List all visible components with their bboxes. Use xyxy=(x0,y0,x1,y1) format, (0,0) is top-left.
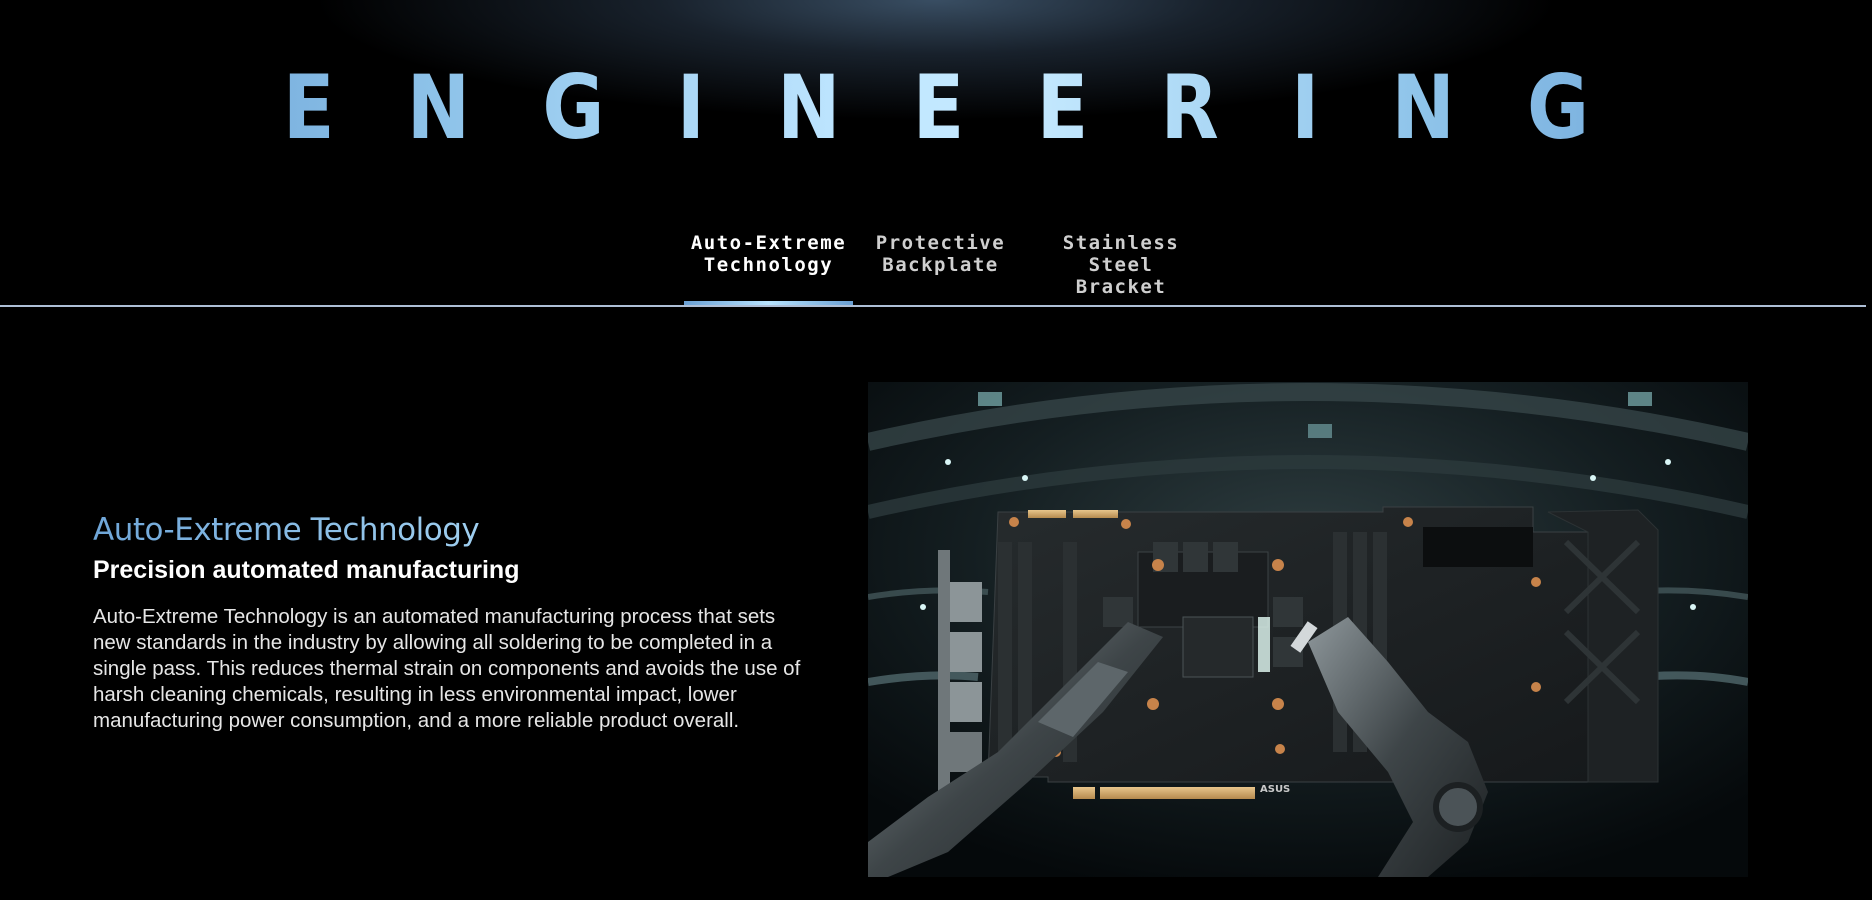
feature-subtitle: Precision automated manufacturing xyxy=(93,556,520,584)
board-logo: ASUS xyxy=(1260,784,1290,795)
display-port xyxy=(950,632,982,672)
section-title: ENGINEERING xyxy=(131,58,1741,158)
tab-label-line2: Bracket xyxy=(1075,276,1167,298)
tab-stainless-steel-bracket[interactable]: Stainless Steel Bracket xyxy=(1028,230,1214,306)
nvlink-contacts xyxy=(1073,510,1118,518)
pcie-contacts xyxy=(1100,787,1255,799)
ceiling-light xyxy=(978,392,1002,406)
feature-body: Auto-Extreme Technology is an automated … xyxy=(93,605,801,732)
engineering-section: ENGINEERING Auto-Extreme Technology Prot… xyxy=(0,0,1872,900)
display-port xyxy=(950,582,982,622)
tab-auto-extreme-technology[interactable]: Auto-Extreme Technology xyxy=(684,230,853,306)
display-port xyxy=(950,682,982,722)
memory-chip xyxy=(1273,597,1303,627)
gpu-die xyxy=(1182,616,1254,678)
tab-label-line2: Technology xyxy=(703,254,834,276)
tab-protective-backplate[interactable]: Protective Backplate xyxy=(853,230,1028,306)
tab-label-line1: Protective xyxy=(875,232,1006,254)
feature-description: Auto-Extreme Technology Precision automa… xyxy=(93,510,813,734)
pcie-contacts xyxy=(1073,787,1095,799)
tab-label-line1: Auto-Extreme xyxy=(690,232,847,254)
robotic-arm-joint xyxy=(1433,782,1483,832)
light-dot xyxy=(1590,475,1596,481)
feature-image: ASUS xyxy=(868,382,1748,877)
tab-label-line2: Backplate xyxy=(882,254,999,276)
io-bracket xyxy=(938,550,950,800)
light-dot xyxy=(1690,604,1696,610)
tabs-divider xyxy=(0,305,1866,307)
gpu-highlight xyxy=(1258,617,1270,672)
light-dot xyxy=(920,604,926,610)
nvlink-contacts xyxy=(1028,510,1066,518)
memory-chip xyxy=(1183,542,1208,572)
light-dot xyxy=(1022,475,1028,481)
gpu-assembly-illustration: ASUS xyxy=(868,382,1748,877)
light-dot xyxy=(945,459,951,465)
light-dot xyxy=(1665,459,1671,465)
tab-label-line1: Stainless Steel xyxy=(1062,232,1180,276)
memory-chip xyxy=(1213,542,1238,572)
power-connector xyxy=(1423,527,1533,567)
feature-title: Auto-Extreme Technology xyxy=(93,512,480,548)
feature-tabs: Auto-Extreme Technology Protective Backp… xyxy=(684,230,1214,306)
ceiling-light xyxy=(1628,392,1652,406)
ceiling-light xyxy=(1308,424,1332,438)
